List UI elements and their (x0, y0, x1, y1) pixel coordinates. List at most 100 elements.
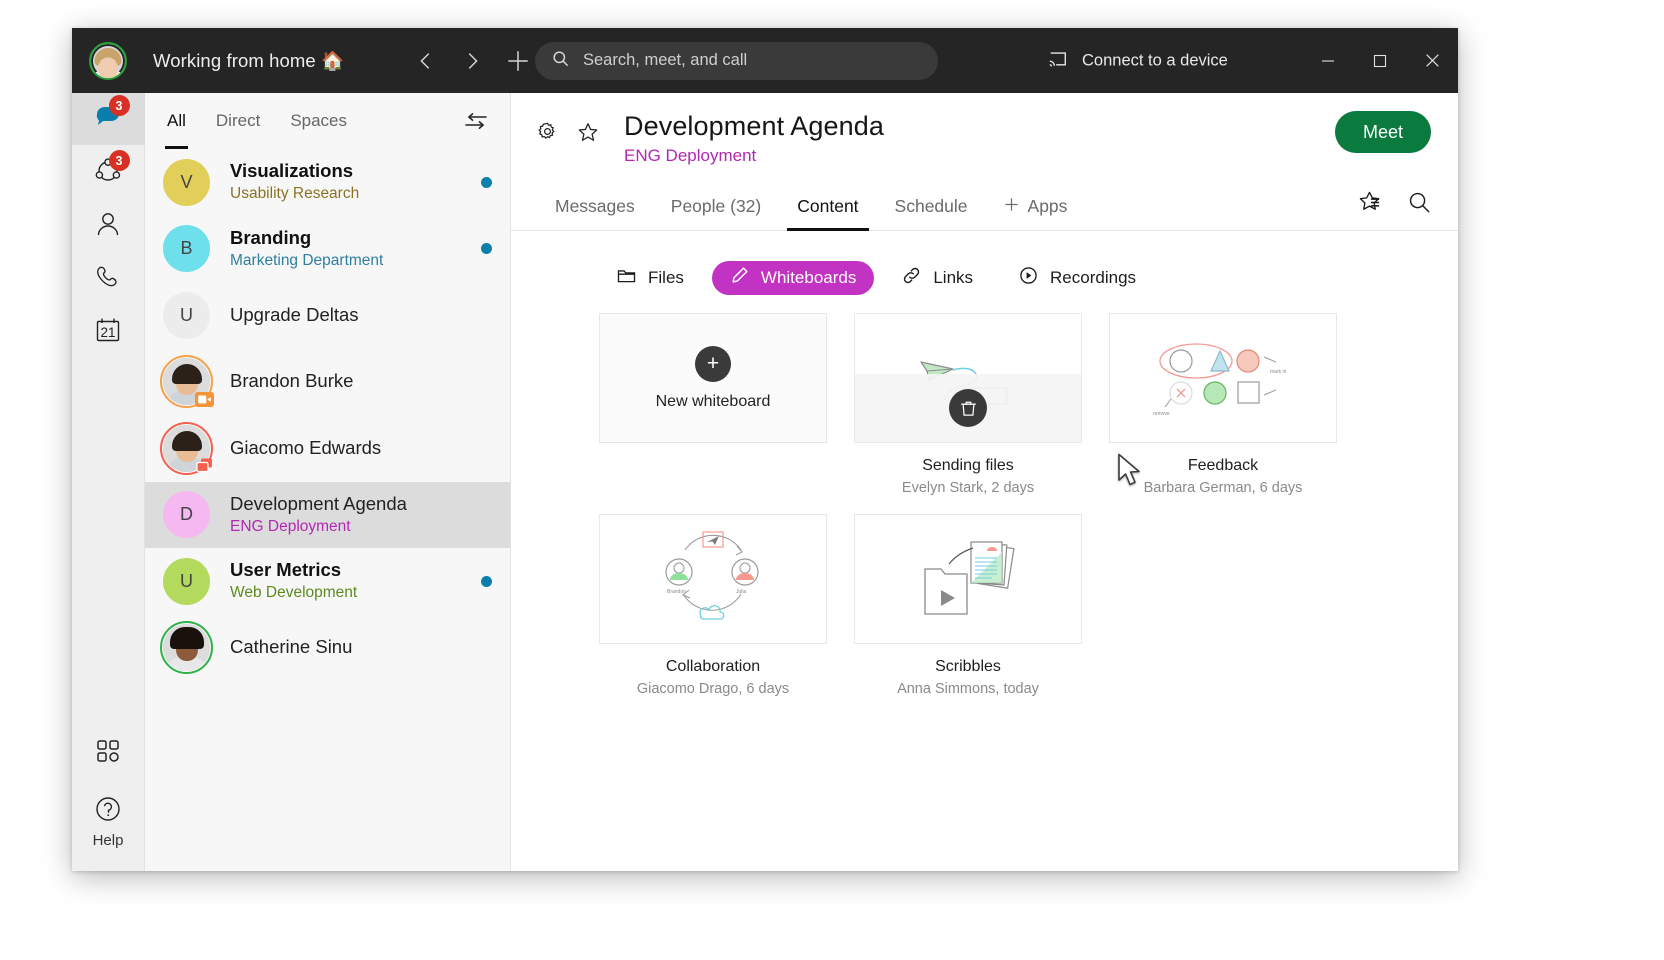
page-title: Development Agenda (624, 111, 884, 142)
list-item[interactable]: U Upgrade Deltas (145, 282, 510, 349)
new-whiteboard-card[interactable]: + New whiteboard (599, 313, 827, 496)
search-icon (551, 49, 570, 73)
add-apps-label: Apps (1028, 196, 1068, 217)
list-item-subtitle: Marketing Department (230, 251, 471, 271)
list-item-subtitle: ENG Deployment (230, 517, 492, 537)
conversation-list: All Direct Spaces V Visuali (145, 93, 511, 871)
list-item[interactable]: B Branding Marketing Department (145, 216, 510, 283)
rail-item-meetings[interactable]: 21 (72, 307, 145, 357)
navigation-rail: 3 3 (72, 93, 145, 871)
rail-item-contacts[interactable] (72, 201, 145, 251)
avatar (163, 358, 210, 405)
list-item-title: Upgrade Deltas (230, 304, 492, 327)
meet-button[interactable]: Meet (1335, 111, 1431, 153)
forward-button[interactable] (452, 41, 492, 81)
whiteboard-card-collaboration[interactable]: Brandon Julia Collaboration Giacomo Drag… (599, 514, 827, 697)
person-icon (94, 210, 122, 243)
status-text[interactable]: Working from home 🏠 (153, 50, 344, 72)
avatar: U (163, 558, 210, 605)
tab-messages[interactable]: Messages (537, 184, 653, 230)
list-item-subtitle: Web Development (230, 583, 471, 603)
maximize-button[interactable] (1354, 28, 1406, 93)
list-item[interactable]: Giacomo Edwards (145, 415, 510, 482)
tab-add-apps[interactable]: Apps (986, 184, 1086, 230)
search-input[interactable] (583, 51, 922, 70)
avatar-initial: B (180, 238, 192, 259)
minimize-button[interactable] (1302, 28, 1354, 93)
plus-icon (1004, 196, 1019, 217)
avatar (163, 425, 210, 472)
avatar-initial: D (180, 504, 193, 525)
close-button[interactable] (1406, 28, 1458, 93)
rail-item-apps[interactable] (72, 728, 145, 778)
card-title: Sending files (854, 457, 1082, 475)
add-button[interactable] (498, 41, 538, 81)
list-item[interactable]: V Visualizations Usability Research (145, 149, 510, 216)
tab-content[interactable]: Content (779, 184, 876, 230)
card-title: Scribbles (854, 658, 1082, 676)
tab-people[interactable]: People (32) (653, 184, 779, 230)
whiteboard-card-sending-files[interactable]: Sending files Evelyn Stark, 2 days (854, 313, 1082, 496)
whiteboard-card-scribbles[interactable]: Scribbles Anna Simmons, today (854, 514, 1082, 697)
filter-links[interactable]: Links (884, 261, 991, 295)
back-button[interactable] (406, 41, 446, 81)
svg-text:mark in: mark in (1270, 369, 1287, 375)
avatar-initial: U (180, 305, 193, 326)
rail-item-calling[interactable] (72, 254, 145, 304)
phone-icon (95, 263, 122, 295)
avatar (163, 624, 210, 671)
pin-board-icon[interactable] (1357, 190, 1382, 220)
title-bar: Working from home 🏠 Con (72, 28, 1458, 93)
filter-recordings[interactable]: Recordings (1001, 261, 1154, 295)
tab-direct[interactable]: Direct (216, 93, 260, 149)
main-panel: Development Agenda ENG Deployment Meet M… (511, 93, 1458, 871)
star-icon[interactable] (577, 121, 599, 148)
new-whiteboard-label: New whiteboard (656, 393, 771, 411)
list-item-development-agenda[interactable]: D Development Agenda ENG Deployment (145, 482, 510, 549)
tab-all[interactable]: All (167, 93, 186, 149)
folder-docs-sketch (883, 522, 1053, 637)
avatar: U (163, 292, 210, 339)
tab-schedule[interactable]: Schedule (877, 184, 986, 230)
filter-label: Whiteboards (761, 268, 856, 288)
list-item[interactable]: Catherine Sinu (145, 615, 510, 682)
tab-spaces[interactable]: Spaces (290, 93, 347, 149)
list-item-title: Visualizations (230, 160, 471, 183)
nav-controls (406, 41, 538, 81)
apps-grid-icon (95, 738, 121, 769)
filter-sort-icon[interactable] (464, 112, 488, 130)
pencil-icon (730, 266, 749, 290)
avatar: V (163, 159, 210, 206)
svg-text:remove: remove (1153, 411, 1170, 417)
avatar[interactable] (89, 42, 127, 80)
rail-item-messaging[interactable]: 3 (72, 93, 145, 145)
card-title: Collaboration (599, 658, 827, 676)
card-meta: Anna Simmons, today (854, 681, 1082, 697)
search-bar[interactable] (535, 42, 938, 80)
filter-files[interactable]: Files (599, 261, 702, 295)
unread-dot (481, 243, 492, 254)
search-icon[interactable] (1407, 190, 1432, 220)
cycle-sketch: Brandon Julia (623, 520, 803, 638)
trash-icon[interactable] (949, 389, 987, 427)
list-item-title: Branding (230, 227, 471, 250)
list-item[interactable]: U User Metrics Web Development (145, 548, 510, 615)
list-item-title: Catherine Sinu (230, 636, 492, 659)
cast-icon (1047, 48, 1069, 73)
connect-to-device-button[interactable]: Connect to a device (1047, 48, 1228, 73)
rail-item-teams[interactable]: 3 (72, 148, 145, 198)
conversation-items: V Visualizations Usability Research B Br… (145, 149, 510, 871)
shapes-sketch: mark in remove (1133, 323, 1313, 433)
list-item[interactable]: Brandon Burke (145, 349, 510, 416)
card-meta: Evelyn Stark, 2 days (854, 480, 1082, 496)
rail-item-help[interactable] (72, 792, 145, 830)
page-subtitle: ENG Deployment (624, 146, 884, 166)
help-label: Help (93, 832, 124, 849)
app-window: Working from home 🏠 Con (72, 28, 1458, 871)
svg-text:Brandon: Brandon (667, 589, 686, 595)
gear-icon[interactable] (537, 121, 558, 148)
window-body: 3 3 (72, 93, 1458, 871)
filter-whiteboards[interactable]: Whiteboards (712, 261, 874, 295)
content-tabs: Messages People (32) Content Schedule Ap… (511, 184, 1458, 231)
svg-text:Julia: Julia (736, 589, 747, 595)
